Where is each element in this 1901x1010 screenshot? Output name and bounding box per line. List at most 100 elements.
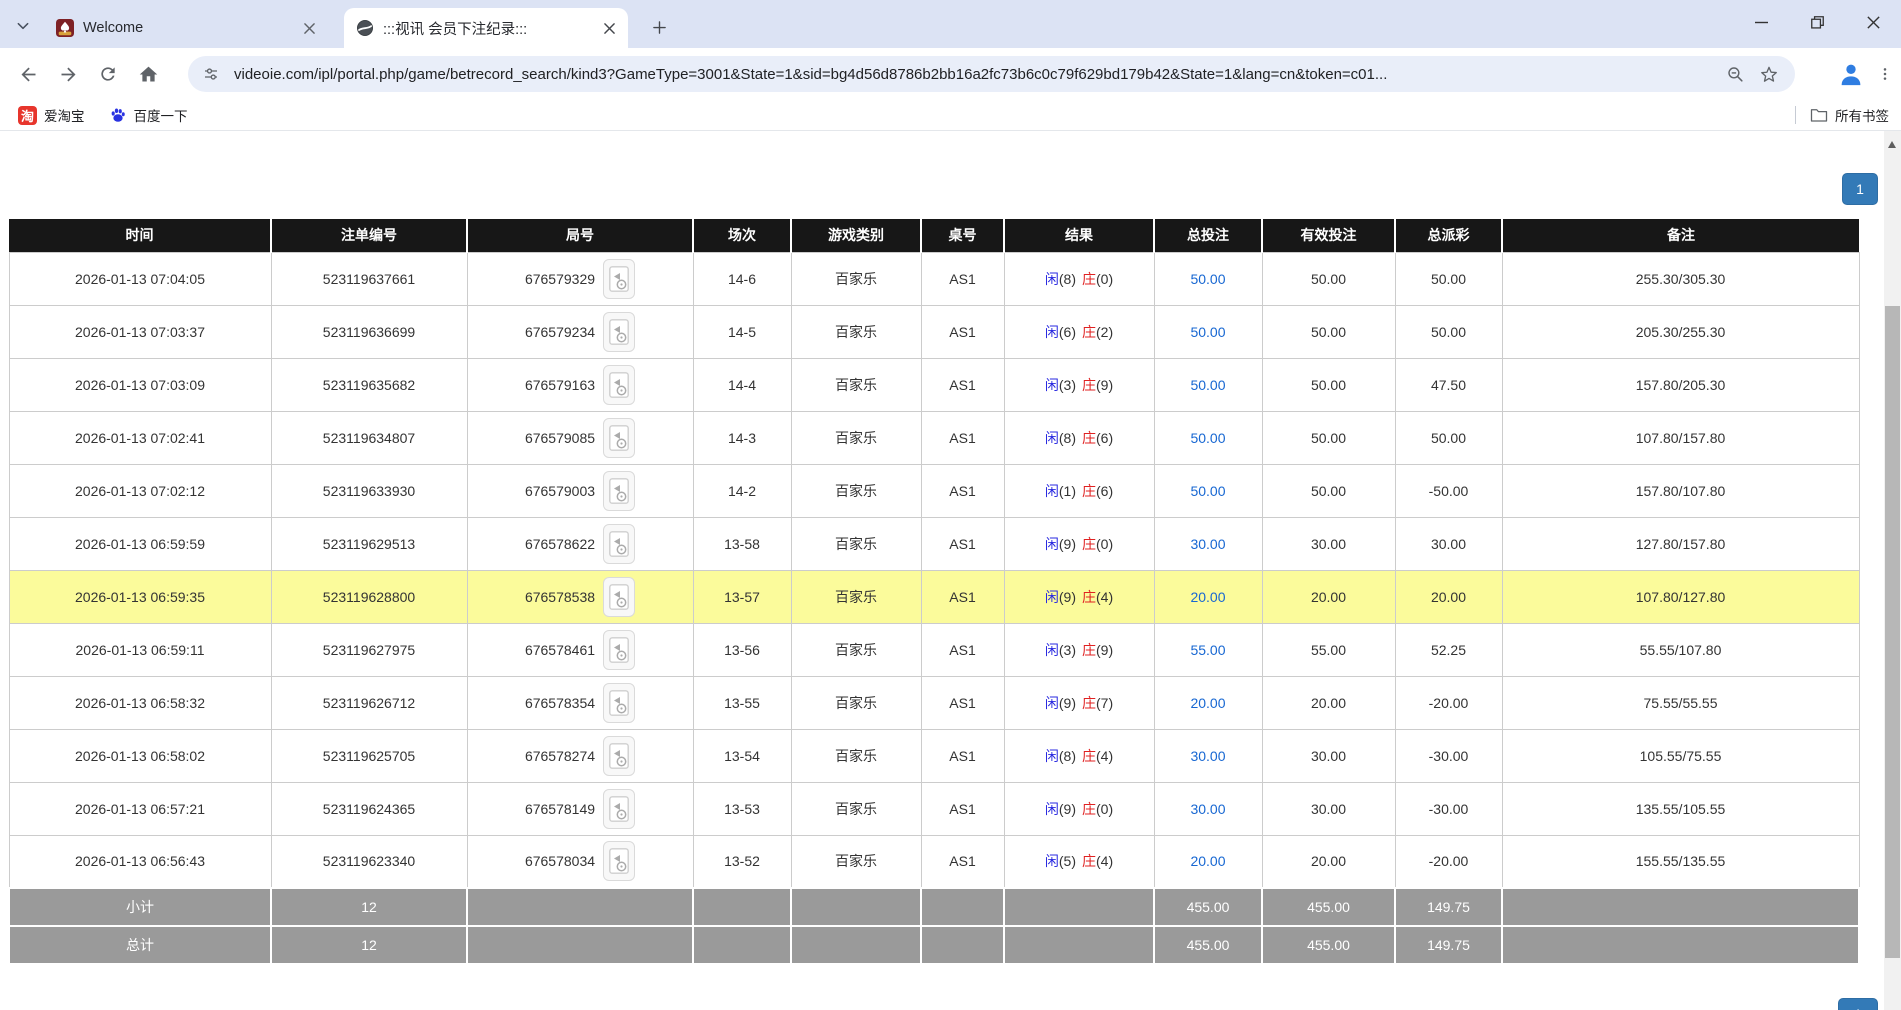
- all-bookmarks-button[interactable]: 所有书签: [1804, 103, 1895, 127]
- cell-bet-number: 523119623340: [271, 835, 467, 888]
- page-scrollbar[interactable]: [1884, 131, 1901, 1010]
- cell-time: 2026-01-13 06:56:43: [9, 835, 271, 888]
- video-replay-button[interactable]: [603, 365, 635, 405]
- minimize-button[interactable]: [1733, 0, 1789, 44]
- cell-valid-bet: 55.00: [1262, 623, 1395, 676]
- tab-close-icon[interactable]: [300, 19, 318, 37]
- video-replay-button[interactable]: [603, 418, 635, 458]
- film-document-icon: [609, 848, 629, 874]
- total-bet-link[interactable]: 30.00: [1190, 801, 1225, 817]
- bookmark-taobao[interactable]: 淘 爱淘宝: [12, 103, 91, 127]
- cell-game-type: 百家乐: [791, 305, 921, 358]
- close-window-button[interactable]: [1845, 0, 1901, 44]
- profile-avatar-icon[interactable]: [1837, 60, 1865, 88]
- cell-payout: -30.00: [1395, 729, 1502, 782]
- total-bet-link[interactable]: 50.00: [1190, 324, 1225, 340]
- cell-remark: 157.80/205.30: [1502, 358, 1859, 411]
- total-bet-link[interactable]: 20.00: [1190, 589, 1225, 605]
- pagination-page-1-bottom[interactable]: 1: [1838, 998, 1878, 1010]
- video-replay-button[interactable]: [603, 789, 635, 829]
- cell-valid-bet: 30.00: [1262, 729, 1395, 782]
- new-tab-button[interactable]: [646, 14, 672, 40]
- forward-button[interactable]: [48, 54, 88, 94]
- cell-valid-bet: 20.00: [1262, 676, 1395, 729]
- player-score: (6): [1059, 324, 1076, 340]
- grand-total-label: 总计: [9, 926, 271, 964]
- video-replay-button[interactable]: [603, 841, 635, 881]
- cell-session: 13-52: [693, 835, 791, 888]
- cell-result: 闲(9)庄(7): [1004, 676, 1154, 729]
- bookmark-star-icon[interactable]: [1759, 64, 1779, 84]
- scroll-up-arrow-icon[interactable]: [1888, 141, 1896, 148]
- cell-game-type: 百家乐: [791, 835, 921, 888]
- video-replay-button[interactable]: [603, 630, 635, 670]
- cell-session: 14-6: [693, 252, 791, 305]
- banker-score: (7): [1096, 695, 1113, 711]
- scrollbar-thumb[interactable]: [1885, 306, 1900, 958]
- url-text: videoie.com/ipl/portal.php/game/betrecor…: [234, 66, 1726, 83]
- total-bet-link[interactable]: 50.00: [1190, 271, 1225, 287]
- cell-payout: 50.00: [1395, 305, 1502, 358]
- url-bar[interactable]: videoie.com/ipl/portal.php/game/betrecor…: [188, 56, 1795, 92]
- home-button[interactable]: [128, 54, 168, 94]
- total-bet-link[interactable]: 20.00: [1190, 853, 1225, 869]
- subtotal-payout: 149.75: [1395, 888, 1502, 926]
- banker-label: 庄: [1082, 589, 1096, 605]
- column-header: 结果: [1004, 219, 1154, 252]
- player-score: (8): [1059, 748, 1076, 764]
- video-replay-button[interactable]: [603, 683, 635, 723]
- player-label: 闲: [1045, 748, 1059, 764]
- restore-button[interactable]: [1789, 0, 1845, 44]
- banker-score: (6): [1096, 483, 1113, 499]
- video-replay-button[interactable]: [603, 577, 635, 617]
- total-bet-link[interactable]: 50.00: [1190, 483, 1225, 499]
- total-bet-link[interactable]: 30.00: [1190, 748, 1225, 764]
- bookmark-baidu[interactable]: 百度一下: [103, 103, 194, 127]
- total-bet-link[interactable]: 30.00: [1190, 536, 1225, 552]
- video-replay-button[interactable]: [603, 524, 635, 564]
- banker-label: 庄: [1082, 695, 1096, 711]
- banker-label: 庄: [1082, 377, 1096, 393]
- cell-bet-number: 523119625705: [271, 729, 467, 782]
- total-bet-link[interactable]: 20.00: [1190, 695, 1225, 711]
- banker-label: 庄: [1082, 801, 1096, 817]
- total-bet-link[interactable]: 50.00: [1190, 430, 1225, 446]
- tab-welcome[interactable]: Welcome: [44, 8, 328, 48]
- player-label: 闲: [1045, 642, 1059, 658]
- column-header: 游戏类别: [791, 219, 921, 252]
- cell-remark: 107.80/127.80: [1502, 570, 1859, 623]
- video-replay-button[interactable]: [603, 312, 635, 352]
- menu-kebab-icon[interactable]: [1877, 65, 1893, 83]
- tab-close-icon[interactable]: [600, 19, 618, 37]
- player-label: 闲: [1045, 483, 1059, 499]
- column-header: 有效投注: [1262, 219, 1395, 252]
- cell-round-number: 676579329: [467, 252, 693, 305]
- cell-game-type: 百家乐: [791, 729, 921, 782]
- total-bet-link[interactable]: 55.00: [1190, 642, 1225, 658]
- tab-search-button[interactable]: [10, 13, 36, 39]
- cell-total-bet: 50.00: [1154, 358, 1262, 411]
- site-settings-icon[interactable]: [202, 65, 220, 83]
- player-score: (3): [1059, 377, 1076, 393]
- video-replay-button[interactable]: [603, 259, 635, 299]
- back-button[interactable]: [8, 54, 48, 94]
- player-label: 闲: [1045, 589, 1059, 605]
- cell-round-number: 676578274: [467, 729, 693, 782]
- cell-round-number: 676578461: [467, 623, 693, 676]
- bet-record-row: 2026-01-13 06:59:35 523119628800 6765785…: [9, 570, 1859, 623]
- cell-valid-bet: 20.00: [1262, 835, 1395, 888]
- cell-time: 2026-01-13 07:03:09: [9, 358, 271, 411]
- video-replay-button[interactable]: [603, 736, 635, 776]
- cell-result: 闲(1)庄(6): [1004, 464, 1154, 517]
- pagination-page-1-top[interactable]: 1: [1842, 173, 1878, 205]
- tab-betrecord-active[interactable]: :::视讯 会员下注纪录:::: [344, 8, 628, 48]
- zoom-icon[interactable]: [1726, 65, 1745, 84]
- cell-payout: 50.00: [1395, 252, 1502, 305]
- subtotal-total-bet: 455.00: [1154, 888, 1262, 926]
- reload-button[interactable]: [88, 54, 128, 94]
- cell-total-bet: 50.00: [1154, 464, 1262, 517]
- player-label: 闲: [1045, 430, 1059, 446]
- cell-payout: 52.25: [1395, 623, 1502, 676]
- total-bet-link[interactable]: 50.00: [1190, 377, 1225, 393]
- video-replay-button[interactable]: [603, 471, 635, 511]
